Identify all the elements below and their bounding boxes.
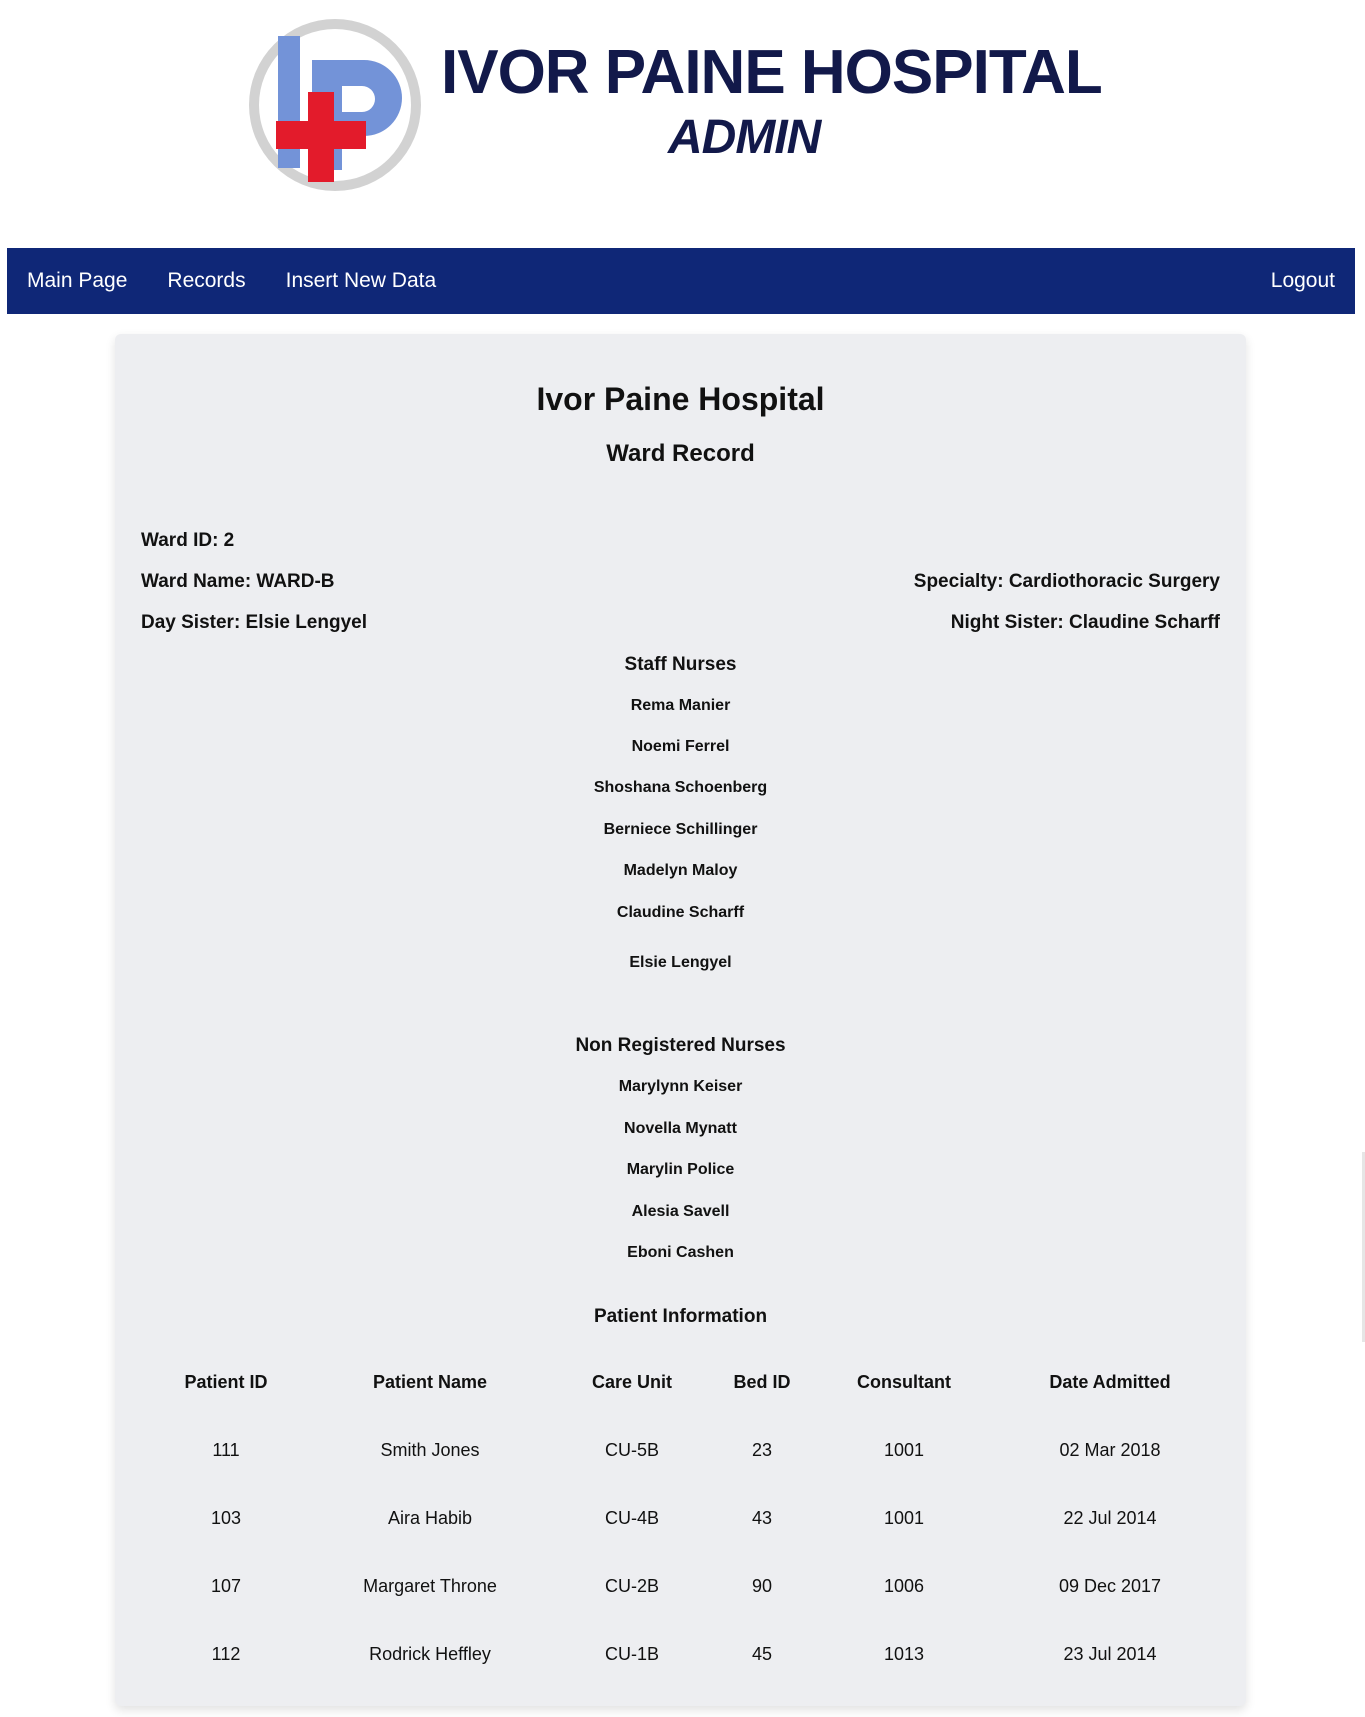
logout-link[interactable]: Logout — [1251, 248, 1355, 314]
cell-bed-id: 45 — [751, 1643, 773, 1664]
ward-id: Ward ID: 2 — [141, 530, 235, 551]
night-sister: Night Sister: Claudine Scharff — [950, 612, 1220, 633]
cell-consultant: 1006 — [883, 1575, 925, 1596]
hospital-name-heading: Ivor Paine Hospital — [536, 381, 825, 417]
day-sister: Day Sister: Elsie Lengyel — [141, 612, 367, 633]
main-navbar: Main Page Records Insert New Data Logout — [7, 248, 1355, 314]
table-row: 107 Margaret Throne CU-2B 90 1006 09 Dec… — [141, 1552, 1221, 1620]
staff-nurses-title: Staff Nurses — [624, 654, 737, 675]
ward-record-card: Ivor Paine Hospital Ward Record Ward ID:… — [115, 334, 1246, 1706]
patients-table: Patient ID Patient Name Care Unit Bed ID… — [141, 1348, 1221, 1688]
staff-nurse-item: Noemi Ferrel — [631, 738, 730, 755]
cell-patient-name: Margaret Throne — [363, 1575, 497, 1596]
column-header-consultant: Consultant — [857, 1371, 951, 1392]
ward-record-heading: Ward Record — [606, 440, 755, 467]
cell-patient-name: Smith Jones — [380, 1439, 480, 1460]
cell-date-admitted: 02 Mar 2018 — [1059, 1439, 1161, 1460]
column-header-patient-id: Patient ID — [184, 1371, 268, 1392]
cell-consultant: 1013 — [883, 1643, 925, 1664]
cell-care-unit: CU-2B — [604, 1575, 659, 1596]
brand-subtitle: ADMIN — [668, 111, 821, 164]
non-registered-nurse-item: Novella Mynatt — [624, 1120, 737, 1137]
cell-patient-id: 103 — [210, 1507, 242, 1528]
table-row: 111 Smith Jones CU-5B 23 1001 02 Mar 201… — [141, 1416, 1221, 1484]
column-header-care-unit: Care Unit — [591, 1371, 672, 1392]
non-registered-nurse-item: Eboni Cashen — [627, 1244, 734, 1261]
cell-date-admitted: 23 Jul 2014 — [1063, 1643, 1157, 1664]
staff-nurse-item: Berniece Schillinger — [603, 821, 758, 838]
staff-nurse-item: Madelyn Maloy — [623, 862, 738, 879]
cell-consultant: 1001 — [883, 1507, 925, 1528]
cell-patient-id: 111 — [212, 1439, 240, 1460]
cell-care-unit: CU-5B — [604, 1439, 659, 1460]
patient-information-title: Patient Information — [593, 1306, 768, 1327]
table-row: 112 Rodrick Heffley CU-1B 45 1013 23 Jul… — [141, 1620, 1221, 1688]
ward-name: Ward Name: WARD-B — [141, 571, 335, 592]
column-header-bed-id: Bed ID — [733, 1371, 791, 1392]
cell-patient-id: 107 — [210, 1575, 242, 1596]
cell-patient-name: Rodrick Heffley — [369, 1643, 491, 1664]
cell-bed-id: 23 — [751, 1439, 773, 1460]
cell-patient-name: Aira Habib — [387, 1507, 473, 1528]
cell-care-unit: CU-1B — [604, 1643, 659, 1664]
cell-patient-id: 112 — [211, 1643, 241, 1664]
column-header-date-admitted: Date Admitted — [1049, 1371, 1171, 1392]
cell-date-admitted: 22 Jul 2014 — [1063, 1507, 1157, 1528]
staff-nurse-item: Elsie Lengyel — [629, 954, 732, 971]
staff-nurse-item: Rema Manier — [630, 697, 731, 714]
nav-records[interactable]: Records — [147, 248, 265, 314]
cell-date-admitted: 09 Dec 2017 — [1058, 1575, 1162, 1596]
table-header-row: Patient ID Patient Name Care Unit Bed ID… — [141, 1348, 1221, 1416]
cell-care-unit: CU-4B — [604, 1507, 659, 1528]
non-registered-nurse-item: Marylin Police — [626, 1161, 735, 1178]
cell-bed-id: 90 — [751, 1575, 773, 1596]
nav-insert-new-data[interactable]: Insert New Data — [266, 248, 457, 314]
site-header: IVOR PAINE HOSPITAL ADMIN — [0, 0, 1365, 246]
table-row: 103 Aira Habib CU-4B 43 1001 22 Jul 2014 — [141, 1484, 1221, 1552]
column-header-patient-name: Patient Name — [372, 1371, 488, 1392]
brand-title: IVOR PAINE HOSPITAL — [441, 38, 1103, 107]
cell-consultant: 1001 — [883, 1439, 925, 1460]
non-registered-nurse-item: Marylynn Keiser — [618, 1078, 743, 1095]
non-registered-nurse-item: Alesia Savell — [631, 1203, 730, 1220]
specialty: Specialty: Cardiothoracic Surgery — [913, 571, 1220, 592]
staff-nurse-item: Claudine Scharff — [616, 904, 745, 921]
staff-nurse-item: Shoshana Schoenberg — [593, 779, 768, 796]
nav-main-page[interactable]: Main Page — [7, 248, 147, 314]
non-registered-nurses-title: Non Registered Nurses — [575, 1035, 786, 1056]
cell-bed-id: 43 — [751, 1507, 773, 1528]
hospital-logo-icon — [249, 19, 421, 191]
